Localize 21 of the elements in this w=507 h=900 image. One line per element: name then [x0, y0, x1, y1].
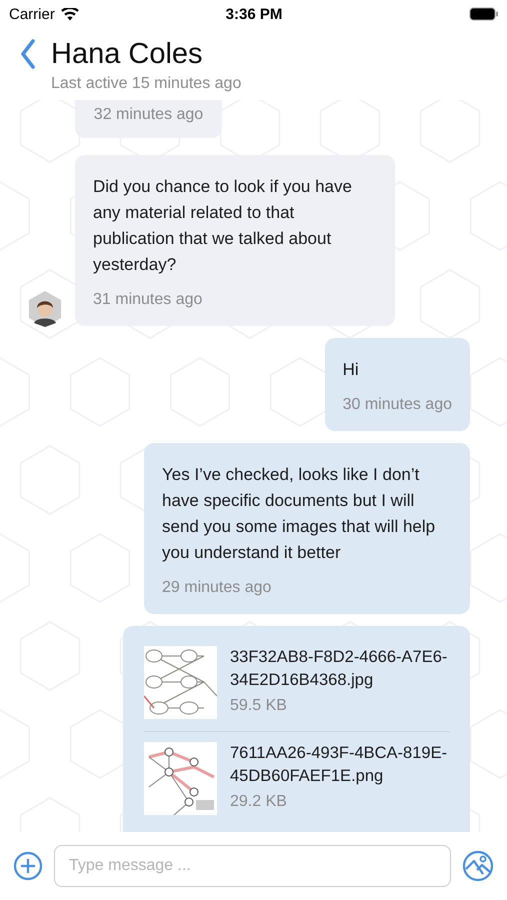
add-icon[interactable]	[13, 851, 43, 881]
message-time: 31 minutes ago	[93, 291, 204, 309]
file-name[interactable]: 33F32AB8-F8D2-4666-A7E6-34E2D16B4368.jpg	[230, 646, 450, 692]
message-text: Did you chance to look if you have any material related to that publication that we talked about yesterday?	[93, 176, 353, 276]
message-time: 30 minutes ago	[342, 396, 452, 414]
back-icon[interactable]	[20, 39, 36, 69]
image-icon[interactable]	[462, 850, 494, 882]
file-size: 29.2 KB	[230, 792, 288, 811]
file-name[interactable]: 7611AA26-493F-4BCA-819E-45DB60FAEF1E.png	[230, 742, 450, 788]
file-size: 59.5 KB	[230, 696, 288, 715]
message-time: 29 minutes ago	[162, 579, 272, 597]
message-time: 32 minutes ago	[93, 106, 204, 124]
clock-time: 3:36 PM	[226, 6, 282, 22]
message-text: Hi	[342, 359, 360, 381]
message-input[interactable]: Type message ...	[54, 845, 451, 887]
last-active-label: Last active 15 minutes ago	[51, 75, 242, 93]
wifi-icon	[60, 8, 79, 20]
contact-name: Hana Coles	[51, 38, 203, 70]
battery-icon	[468, 7, 499, 21]
message-text: Yes I’ve checked, looks like I don’t have specific documents but I will send you some images that will help you understand it better	[162, 464, 436, 564]
carrier-label: Carrier	[9, 6, 55, 22]
